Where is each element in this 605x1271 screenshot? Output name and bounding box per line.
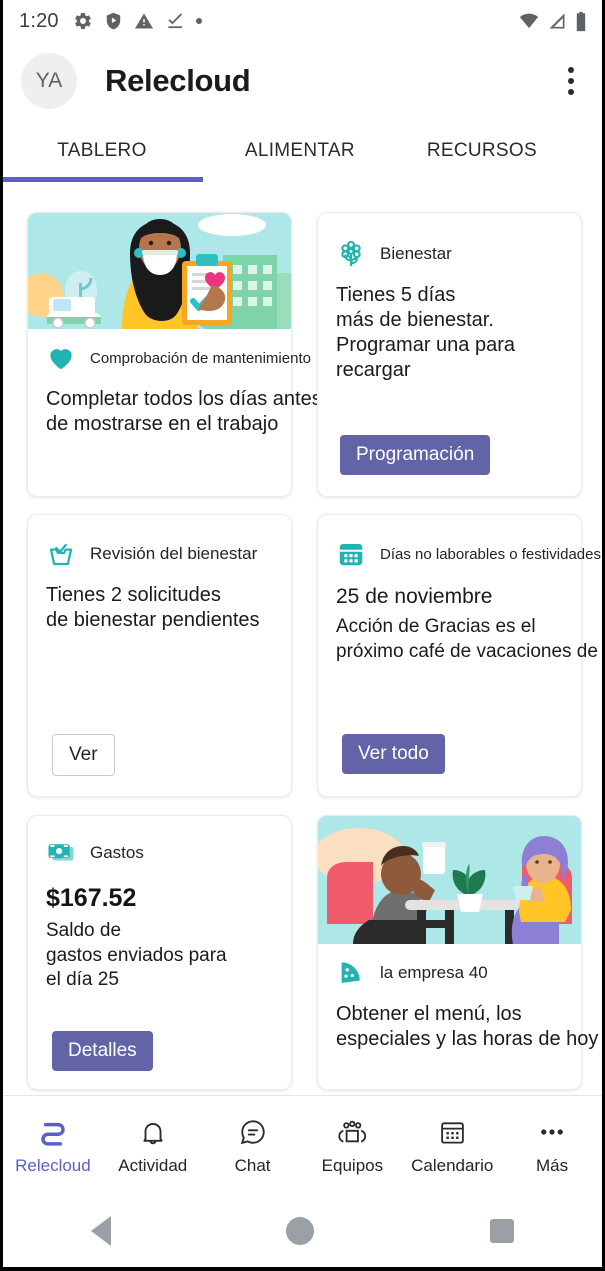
phone-screen: 1:20 YA Relecloud TABLERO ALIMENTAR RECU… <box>0 0 605 1271</box>
expenses-card-body: Gastos $167.52 Saldo de gastos enviados … <box>28 816 291 1009</box>
recents-button[interactable] <box>490 1219 515 1243</box>
status-bar-time: 1:20 <box>19 9 59 32</box>
wellbeing-card-title: Bienestar <box>380 244 452 263</box>
tab-recursos[interactable]: RECURSOS <box>399 120 602 182</box>
check-underline-icon <box>168 13 182 29</box>
tab-recursos-label: RECURSOS <box>426 140 537 161</box>
expenses-card-title: Gastos <box>90 843 144 862</box>
tab-tablero[interactable]: TABLERO <box>3 120 201 182</box>
page-title: Relecloud <box>105 63 251 98</box>
inbox-check-icon <box>46 539 76 569</box>
pizza-icon <box>336 958 366 988</box>
wellbeing-review-card-description: Tienes 2 solicitudes de bienestar pendie… <box>46 584 260 631</box>
card-holidays[interactable]: Días no laborables o festividades 25 de … <box>317 514 601 797</box>
wellbeing-review-card-header: Revisión del bienestar <box>46 539 273 569</box>
expenses-card-header: Gastos <box>46 838 273 868</box>
nav-item-equipos[interactable]: Equipos <box>302 1115 402 1176</box>
chat-bubble-icon <box>238 1115 268 1149</box>
company-cafe-card-title: la empresa 40 <box>380 963 488 982</box>
wellbeing-schedule-button[interactable]: Programación <box>340 435 491 475</box>
card-company-cafe[interactable]: la empresa 40 Obtener el menú, los espec… <box>317 815 599 1090</box>
more-options-icon[interactable] <box>554 59 588 103</box>
nav-label-calendario: Calendario <box>411 1156 494 1175</box>
app-bar: YA Relecloud <box>3 42 602 120</box>
card-wellbeing-review[interactable]: Revisión del bienestar Tienes 2 solicitu… <box>27 514 292 797</box>
warning-icon <box>134 13 153 29</box>
holidays-card-header: Días no laborables o festividades <box>336 539 601 569</box>
relecloud-logo-icon <box>37 1115 69 1149</box>
calendar-icon <box>336 539 366 569</box>
bell-icon <box>138 1115 168 1149</box>
system-navigation-bar <box>3 1195 602 1271</box>
wellbeing-review-card-body: Revisión del bienestar Tienes 2 solicitu… <box>28 515 291 649</box>
ellipsis-icon <box>537 1115 567 1149</box>
wifi-icon <box>519 13 539 29</box>
nav-item-calendario[interactable]: Calendario <box>402 1115 502 1176</box>
status-bar: 1:20 <box>3 0 602 42</box>
nav-item-relecloud[interactable]: Relecloud <box>3 1115 103 1176</box>
wellbeing-review-view-button[interactable]: Ver <box>52 734 115 776</box>
maintenance-card-body: Comprobación de mantenimiento Completar … <box>28 329 322 453</box>
holidays-view-all-button[interactable]: Ver todo <box>342 734 445 774</box>
gear-icon <box>74 12 91 30</box>
status-bar-right-icons <box>518 11 588 32</box>
tab-alimentar-label: ALIMENTAR <box>244 140 355 161</box>
holidays-card-body: Días no laborables o festividades 25 de … <box>318 515 601 680</box>
company-cafe-card-description: Obtener el menú, los especiales y las ho… <box>336 1003 599 1050</box>
tab-alimentar[interactable]: ALIMENTAR <box>201 120 399 182</box>
wellbeing-card-description: Tienes 5 días más de bienestar. Programa… <box>336 284 515 381</box>
signal-icon <box>549 13 565 29</box>
company-cafe-card-body: la empresa 40 Obtener el menú, los espec… <box>318 944 599 1068</box>
card-expenses[interactable]: Gastos $167.52 Saldo de gastos enviados … <box>27 815 292 1090</box>
shield-play-icon <box>106 12 120 30</box>
maintenance-card-description: Completar todos los días antes de mostra… <box>46 388 322 435</box>
tab-active-indicator <box>3 177 203 182</box>
holidays-card-date: 25 de noviembre <box>336 585 493 608</box>
calendar-icon <box>438 1115 467 1149</box>
battery-icon <box>576 11 586 31</box>
status-bar-left-icons <box>73 11 202 31</box>
flower-icon <box>336 239 366 269</box>
expenses-details-button[interactable]: Detalles <box>52 1031 153 1071</box>
nav-label-chat: Chat <box>234 1156 271 1175</box>
maintenance-card-title: Comprobación de mantenimiento <box>90 349 311 367</box>
wellbeing-review-card-title: Revisión del bienestar <box>90 544 258 563</box>
home-button[interactable] <box>286 1217 315 1245</box>
bottom-navigation: Relecloud Actividad Chat Equipos Calenda… <box>3 1095 602 1195</box>
tab-bar: TABLERO ALIMENTAR RECURSOS <box>3 120 602 182</box>
expenses-amount: $167.52 <box>46 884 137 912</box>
heart-icon <box>46 343 76 373</box>
back-button[interactable] <box>90 1216 111 1246</box>
maintenance-card-header: Comprobación de mantenimiento <box>46 343 311 373</box>
avatar[interactable]: YA <box>21 53 77 109</box>
holidays-card-title: Días no laborables o festividades <box>380 545 601 563</box>
nav-item-actividad[interactable]: Actividad <box>103 1115 203 1176</box>
nav-item-chat[interactable]: Chat <box>203 1115 303 1176</box>
nav-item-mas[interactable]: Más <box>502 1115 602 1176</box>
company-cafe-card-header: la empresa 40 <box>336 958 563 988</box>
nav-label-mas: Más <box>535 1156 569 1175</box>
dot-icon <box>195 18 202 24</box>
expenses-card-description: Saldo de gastos enviados para el día 25 <box>46 920 227 991</box>
card-maintenance-check[interactable]: Comprobación de mantenimiento Completar … <box>27 212 322 497</box>
people-icon <box>336 1115 368 1149</box>
card-wellbeing[interactable]: Bienestar Tienes 5 días más de bienestar… <box>317 212 582 497</box>
wellbeing-card-header: Bienestar <box>336 239 563 269</box>
company-cafe-illustration <box>318 816 581 944</box>
nav-label-actividad: Actividad <box>118 1156 188 1175</box>
tab-tablero-label: TABLERO <box>57 140 147 161</box>
avatar-initials: YA <box>35 69 63 92</box>
wellbeing-card-body: Bienestar Tienes 5 días más de bienestar… <box>318 213 581 399</box>
holidays-card-description: Acción de Gracias es el próximo café de … <box>336 616 598 662</box>
money-icon <box>46 838 76 868</box>
nav-label-equipos: Equipos <box>321 1156 384 1175</box>
maintenance-illustration <box>28 213 291 329</box>
nav-label-relecloud: Relecloud <box>15 1156 91 1175</box>
